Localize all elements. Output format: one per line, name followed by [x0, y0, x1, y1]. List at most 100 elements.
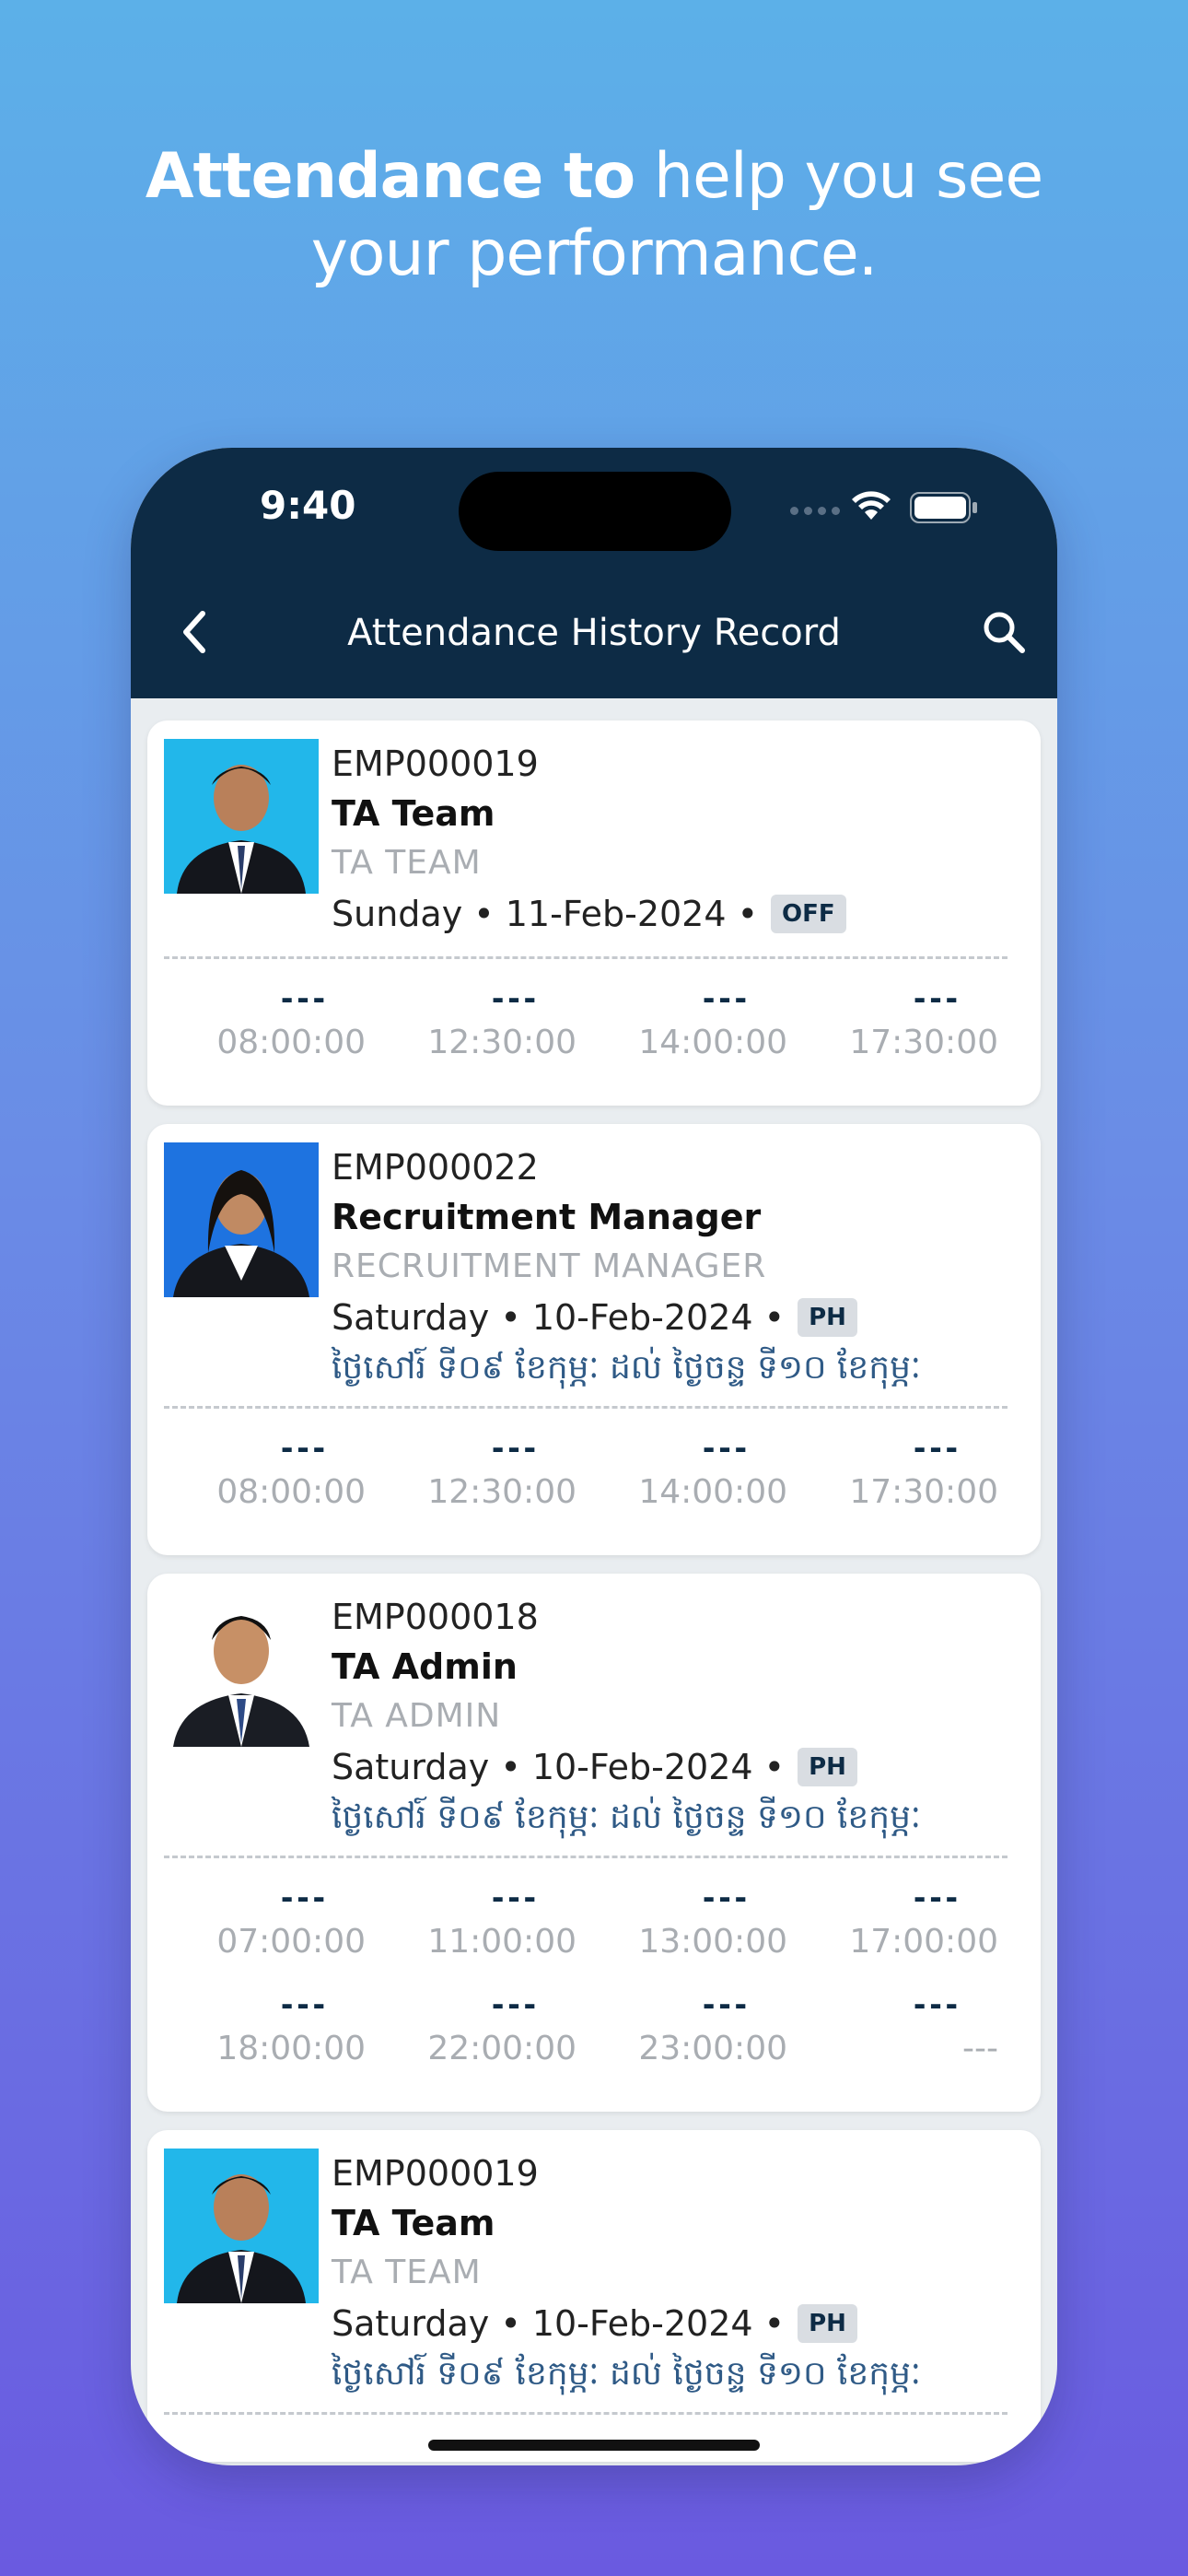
scheduled-time: 11:00:00 — [427, 1923, 577, 1961]
attendance-list[interactable]: EMP000019 TA Team TA TEAM Sunday • 11-Fe… — [147, 720, 1041, 2465]
time-slot: --- 18:00:00 — [164, 1983, 375, 2073]
employee-id: EMP000018 — [332, 1597, 539, 1637]
attendance-card[interactable]: EMP000019 TA Team TA TEAM Sunday • 11-Fe… — [147, 720, 1041, 1106]
holiday-description: ថ្ងៃសៅរ៍ ទី០៩ ខែកុម្ភៈ ដល់ ថ្ងៃចន្ទ ទី១០… — [332, 1349, 921, 1387]
time-slot: --- 08:00:00 — [164, 1426, 375, 1516]
check-mark-empty: --- — [281, 1984, 329, 2024]
app-bar: 9:40 Attendance History Record — [131, 448, 1057, 698]
home-indicator[interactable] — [428, 2440, 760, 2451]
time-slot: --- 23:00:00 — [586, 1983, 797, 2073]
search-icon[interactable] — [978, 606, 1030, 658]
check-mark-empty: --- — [914, 1877, 961, 1917]
employee-role: TA TEAM — [332, 844, 482, 882]
employee-info: EMP000019 TA Team TA TEAM Sunday • 11-Fe… — [332, 739, 1022, 940]
check-mark-empty: --- — [703, 978, 751, 1018]
record-date-row: Saturday • 10-Feb-2024 • PH — [332, 1292, 1022, 1343]
check-mark-empty: --- — [492, 1427, 540, 1468]
check-mark-empty: --- — [914, 1984, 961, 2024]
time-slot: --- 08:00:00 — [164, 977, 375, 1067]
divider — [164, 956, 1007, 959]
wifi-icon — [852, 491, 891, 520]
attendance-card[interactable]: EMP000022 Recruitment Manager RECRUITMEN… — [147, 1124, 1041, 1555]
employee-name: TA Admin — [332, 1646, 518, 1687]
time-grid: --- 07:00:00 --- 11:00:00 --- 13:00:00 --- 1… — [164, 1876, 1007, 1966]
time-grid: --- 18:00:00 --- 22:00:00 --- 23:00:00 --- -… — [164, 1983, 1007, 2073]
check-mark-empty: --- — [703, 1984, 751, 2024]
scheduled-time: 08:00:00 — [216, 1024, 366, 1061]
employee-role: TA TEAM — [332, 2254, 482, 2291]
dynamic-island — [459, 472, 731, 551]
scheduled-time: 17:00:00 — [849, 1923, 998, 1961]
record-date: Sunday • 11-Feb-2024 • — [332, 894, 759, 934]
headline-bold: Attendance to — [145, 140, 635, 213]
divider — [164, 2412, 1007, 2415]
check-mark-empty: --- — [281, 1427, 329, 1468]
time-slot: --- 13:00:00 — [586, 1876, 797, 1966]
scheduled-time: 07:00:00 — [216, 1923, 366, 1961]
record-date: Saturday • 10-Feb-2024 • — [332, 2303, 786, 2344]
time-slot: --- --- — [797, 1983, 1007, 2073]
employee-id: EMP000019 — [332, 744, 539, 784]
scheduled-time: 17:30:00 — [849, 1024, 998, 1061]
employee-id: EMP000019 — [332, 2153, 539, 2194]
check-mark-empty: --- — [492, 1984, 540, 2024]
check-mark-empty: --- — [281, 978, 329, 1018]
time-slot: --- 12:30:00 — [375, 977, 586, 1067]
status-time: 9:40 — [260, 483, 356, 528]
employee-info: EMP000019 TA Team TA TEAM Saturday • 10-… — [332, 2149, 1022, 2399]
time-slot: --- 17:30:00 — [797, 977, 1007, 1067]
attendance-card[interactable]: EMP000018 TA Admin TA ADMIN Saturday • 1… — [147, 1574, 1041, 2112]
record-date-row: Saturday • 10-Feb-2024 • PH — [332, 2298, 1022, 2349]
time-slot: --- 12:30:00 — [375, 1426, 586, 1516]
employee-name: TA Team — [332, 2203, 495, 2243]
page-title: Attendance History Record — [347, 612, 841, 654]
divider — [164, 1856, 1007, 1858]
employee-role: TA ADMIN — [332, 1697, 502, 1735]
status-badge: PH — [798, 1298, 857, 1337]
employee-role: RECRUITMENT MANAGER — [332, 1247, 767, 1285]
battery-icon — [910, 492, 977, 523]
scheduled-time: 08:00:00 — [216, 1473, 366, 1511]
check-mark-empty: --- — [703, 1877, 751, 1917]
scheduled-time: 23:00:00 — [638, 2030, 787, 2067]
employee-id: EMP000022 — [332, 1147, 539, 1188]
time-slot: --- 07:00:00 — [164, 1876, 375, 1966]
record-date: Saturday • 10-Feb-2024 • — [332, 1297, 786, 1338]
employee-avatar — [164, 739, 319, 894]
check-mark-empty: --- — [281, 1877, 329, 1917]
status-badge: PH — [798, 1748, 857, 1786]
employee-name: TA Team — [332, 793, 495, 834]
record-date: Saturday • 10-Feb-2024 • — [332, 1747, 786, 1787]
status-badge: PH — [798, 2304, 857, 2343]
check-mark-empty: --- — [703, 1427, 751, 1468]
scheduled-time: 22:00:00 — [427, 2030, 577, 2067]
time-slot: --- 14:00:00 — [586, 977, 797, 1067]
employee-avatar — [164, 1592, 319, 1747]
headline-line2: your performance. — [310, 217, 879, 290]
record-date-row: Saturday • 10-Feb-2024 • PH — [332, 1741, 1022, 1793]
cellular-signal-icon — [790, 507, 840, 515]
check-mark-empty: --- — [914, 1427, 961, 1468]
scheduled-time: 12:30:00 — [427, 1473, 577, 1511]
check-mark-empty: --- — [914, 978, 961, 1018]
scheduled-time: 14:00:00 — [638, 1473, 787, 1511]
employee-name: Recruitment Manager — [332, 1197, 762, 1237]
time-slot: --- 11:00:00 — [375, 1876, 586, 1966]
time-slot: --- 22:00:00 — [375, 1983, 586, 2073]
scheduled-time: 13:00:00 — [638, 1923, 787, 1961]
status-badge: OFF — [771, 895, 846, 933]
headline-regular: help you see — [635, 140, 1043, 213]
attendance-card[interactable]: EMP000019 TA Team TA TEAM Saturday • 10-… — [147, 2130, 1041, 2462]
holiday-description: ថ្ងៃសៅរ៍ ទី០៩ ខែកុម្ភៈ ដល់ ថ្ងៃចន្ទ ទី១០… — [332, 1798, 921, 1836]
time-slot: --- 17:00:00 — [797, 1876, 1007, 1966]
check-mark-empty: --- — [492, 978, 540, 1018]
scheduled-time: 18:00:00 — [216, 2030, 366, 2067]
phone-frame: 9:40 Attendance History Record EMP000019… — [131, 448, 1057, 2465]
scheduled-time: --- — [962, 2030, 998, 2067]
scheduled-time: 12:30:00 — [427, 1024, 577, 1061]
marketing-headline: Attendance to help you see your performa… — [0, 138, 1188, 293]
record-date-row: Sunday • 11-Feb-2024 • OFF — [332, 888, 1022, 940]
scheduled-time: 17:30:00 — [849, 1473, 998, 1511]
holiday-description: ថ្ងៃសៅរ៍ ទី០៩ ខែកុម្ភៈ ដល់ ថ្ងៃចន្ទ ទី១០… — [332, 2355, 921, 2393]
employee-info: EMP000018 TA Admin TA ADMIN Saturday • 1… — [332, 1592, 1022, 1843]
